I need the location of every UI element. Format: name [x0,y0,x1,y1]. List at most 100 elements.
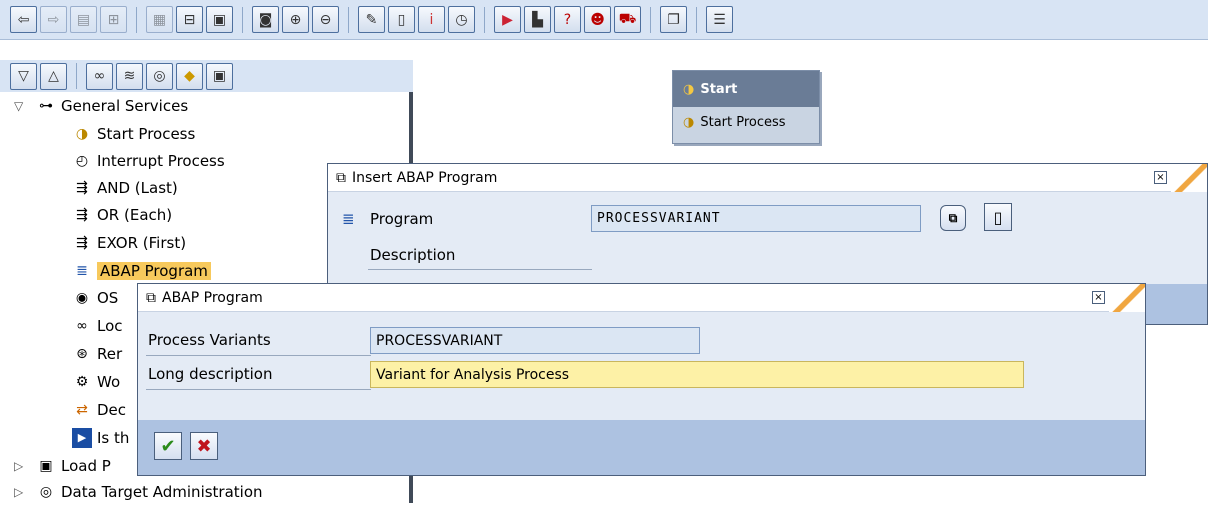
back-arrow-icon[interactable]: ⇦ [10,6,37,33]
tree-item-decision[interactable]: ⇄ Dec [72,396,126,423]
list-icon[interactable]: ☰ [706,6,733,33]
abap-program-dialog: ⧉ ABAP Program × Process Variants PROCES… [137,283,1146,476]
dialog-title-bar: ⧉ Insert ABAP Program × [328,164,1207,192]
tree-item-exor[interactable]: ⇶ EXOR (First) [72,229,186,256]
window-icon[interactable]: ▤ [70,6,97,33]
workflow-icon: ⚙ [75,373,89,390]
toolbar-separator [136,6,137,33]
tree-item-label: OR (Each) [97,205,173,224]
tree-item-workflow[interactable]: ⚙ Wo [72,368,120,395]
tree-group-general-services[interactable]: ▽ ⊶ General Services [14,92,188,119]
zoom-out-icon[interactable]: ⊖ [312,6,339,33]
cancel-x-icon[interactable]: ✖ [190,432,218,460]
close-icon[interactable]: × [1092,291,1105,304]
tree-item-or[interactable]: ⇶ OR (Each) [72,201,172,228]
expand-all-icon[interactable]: ▽ [10,62,37,90]
title-accent [1171,164,1207,192]
title-accent [1109,284,1145,312]
tree-icon[interactable]: ⊞ [100,6,127,33]
tree-group-load-process[interactable]: ▷ ▣ Load P [14,452,111,479]
dialog-icon: ⧉ [146,289,156,306]
tree-item-label: Is th [97,428,130,447]
os-command-icon: ◉ [75,289,89,306]
and-icon: ⇶ [76,179,88,196]
decision-icon: ⇄ [76,401,88,418]
dialog-icon: ⧉ [336,169,346,186]
tree-item-label: AND (Last) [97,178,178,197]
clock-icon[interactable]: ◷ [448,6,475,33]
new-page-icon[interactable]: ▯ [388,6,415,33]
tree-item-remote-chain[interactable]: ⊛ Rer [72,340,122,367]
start-node-subtitle: Start Process [700,114,786,130]
dialog-title-bar: ⧉ ABAP Program × [138,284,1145,312]
tree-item-label: Dec [97,400,127,419]
process-variants-field[interactable]: PROCESSVARIANT [370,327,700,354]
tree-item-and[interactable]: ⇶ AND (Last) [72,174,178,201]
new-document-icon[interactable]: ▯ [984,203,1012,231]
tree-item-label: OS [97,288,119,307]
dialog-title: ABAP Program [162,289,263,306]
expand-triangle-icon[interactable]: ▷ [14,485,28,499]
dialog-title: Insert ABAP Program [352,169,498,186]
label-underline [146,389,371,390]
value-help-icon[interactable]: ⧉ [940,205,966,231]
link-icon[interactable]: ∞ [86,62,113,90]
tree-item-is-there[interactable]: ▶ Is th [72,424,129,451]
tree-toolbar: ▽ △ ∞ ≋ ◎ ◆ ▣ [0,60,413,92]
long-description-label: Long description [148,365,273,383]
wand-icon[interactable]: ✎ [358,6,385,33]
toolbar-separator [242,6,243,33]
user-icon[interactable]: ☻ [584,6,611,33]
tree-item-label: Interrupt Process [97,151,225,170]
target-icon[interactable]: ◎ [146,62,173,90]
chart-icon[interactable]: ▙ [524,6,551,33]
confirm-check-icon[interactable]: ✔ [154,432,182,460]
interrupt-process-icon: ◴ [75,152,89,169]
zoom-in-icon[interactable]: ⊕ [282,6,309,33]
label-underline [146,355,371,356]
program-input[interactable]: PROCESSVARIANT [591,205,921,232]
start-node-header: ◑ Start [673,71,819,107]
tree-item-label: Rer [97,344,123,363]
data-target-icon: ◎ [39,483,53,500]
refresh-icon[interactable]: ◙ [252,6,279,33]
collapse-all-icon[interactable]: △ [40,62,67,90]
start-node-title: Start [700,81,738,97]
or-icon: ⇶ [76,206,88,223]
start-process-icon: ◑ [683,114,695,130]
diamond-icon[interactable]: ◆ [176,62,203,90]
abap-program-icon: ≣ [76,262,88,279]
forward-arrow-icon[interactable]: ⇨ [40,6,67,33]
tree-item-start-process[interactable]: ◑ Start Process [72,120,195,147]
toolbar-separator [348,6,349,33]
scroll-icon[interactable]: ▣ [206,6,233,33]
exor-icon: ⇶ [76,234,88,251]
transport-icon[interactable]: ⛟ [614,6,641,33]
expand-triangle-icon[interactable]: ▷ [14,459,28,473]
close-icon[interactable]: × [1154,171,1167,184]
collapse-triangle-icon[interactable]: ▽ [14,99,28,113]
tree-item-label: ABAP Program [97,261,211,280]
description-label: Description [370,246,456,264]
tree-item-label: Wo [97,372,121,391]
start-process-node[interactable]: ◑ Start ◑ Start Process [672,70,820,144]
tree-group-data-target[interactable]: ▷ ◎ Data Target Administration [14,478,263,505]
filter-icon[interactable]: ≋ [116,62,143,90]
tree-item-local-chain[interactable]: ∞ Loc [72,312,122,339]
scroll-icon[interactable]: ▣ [206,62,233,90]
start-icon: ◑ [683,81,695,97]
help-icon[interactable]: ? [554,6,581,33]
info-icon[interactable]: i [418,6,445,33]
hierarchy-icon[interactable]: ⊟ [176,6,203,33]
start-process-icon: ◑ [75,125,89,142]
copy-icon[interactable]: ❐ [660,6,687,33]
tree-item-abap-program[interactable]: ≣ ABAP Program [72,257,211,284]
execute-icon[interactable]: ▶ [494,6,521,33]
layout-icon[interactable]: ▦ [146,6,173,33]
remote-chain-icon: ⊛ [76,345,88,362]
toolbar-separator [696,6,697,33]
long-description-input[interactable]: Variant for Analysis Process [370,361,1024,388]
program-label: Program [370,210,434,228]
tree-item-interrupt-process[interactable]: ◴ Interrupt Process [72,147,225,174]
tree-item-os[interactable]: ◉ OS [72,284,118,311]
